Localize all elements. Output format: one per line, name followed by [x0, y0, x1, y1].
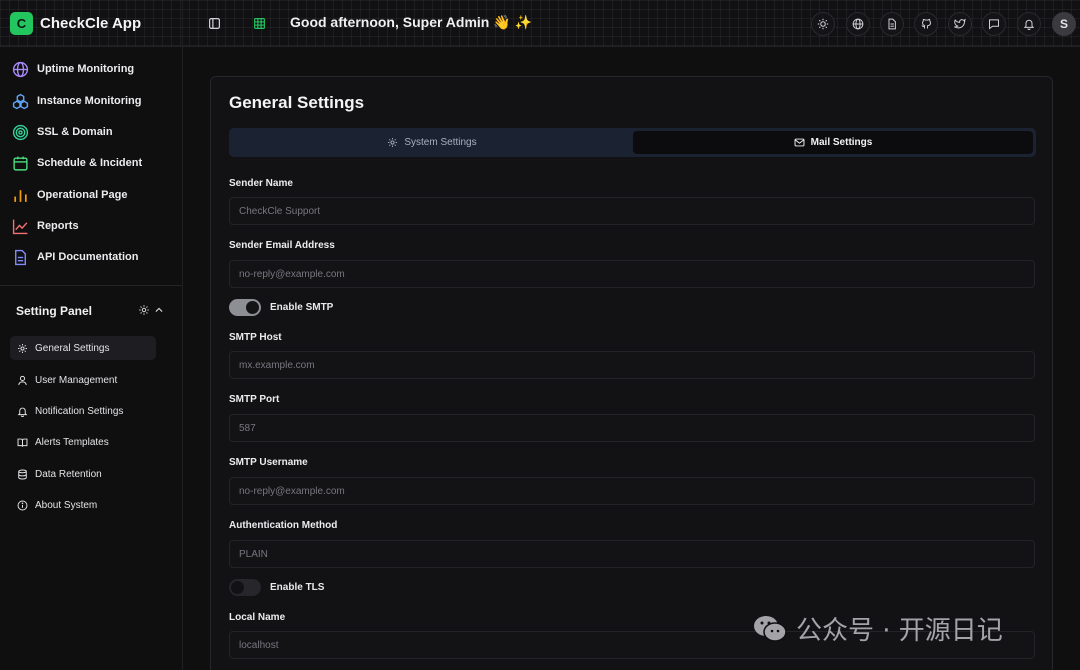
auth-method-select[interactable]: [229, 540, 1035, 568]
sender-name-input[interactable]: [229, 197, 1035, 225]
sidebar-item-label: Reports: [37, 220, 79, 232]
twitter-button[interactable]: [948, 12, 972, 36]
sidebar-item-instance-monitoring[interactable]: Instance Monitoring: [12, 90, 142, 112]
watermark-text: 公众号 · 开源日记: [796, 616, 1003, 646]
enable-tls-label: Enable TLS: [270, 582, 325, 593]
document-icon: [888, 18, 896, 30]
smtp-host-label: SMTP Host: [229, 332, 282, 343]
user-icon: [18, 375, 27, 385]
sidebar-item-label: Schedule & Incident: [37, 157, 143, 169]
settings-item-data-retention[interactable]: Data Retention: [10, 462, 156, 486]
smtp-port-label: SMTP Port: [229, 394, 280, 405]
settings-tabs: System Settings Mail Settings: [229, 128, 1036, 157]
smtp-username-input[interactable]: [229, 477, 1035, 505]
sender-name-label: Sender Name: [229, 178, 293, 189]
settings-item-notification[interactable]: Notification Settings: [10, 399, 156, 423]
app-name: CheckCle App: [40, 14, 142, 32]
settings-item-alerts-templates[interactable]: Alerts Templates: [10, 430, 156, 454]
settings-item-about-system[interactable]: About System: [10, 493, 156, 517]
watermark: 公众号 · 开源日记: [752, 610, 1003, 647]
app-logo: C: [10, 11, 33, 35]
auth-method-label: Authentication Method: [229, 520, 338, 531]
settings-item-label: Data Retention: [35, 468, 102, 480]
language-button[interactable]: [846, 12, 870, 36]
enable-smtp-toggle[interactable]: [229, 299, 261, 316]
file-icon: [15, 249, 26, 265]
sidebar-separator: [0, 285, 182, 286]
github-icon: [921, 18, 931, 29]
sidebar-item-label: SSL & Domain: [37, 126, 113, 138]
target-icon: [12, 124, 29, 140]
page-title: General Settings: [229, 93, 365, 112]
sender-email-input[interactable]: [229, 260, 1035, 288]
chevron-up-icon: [155, 307, 163, 312]
database-icon: [18, 469, 27, 479]
sidebar-item-reports[interactable]: Reports: [12, 215, 79, 237]
notifications-button[interactable]: [1017, 12, 1041, 36]
tab-system-settings[interactable]: System Settings: [232, 131, 632, 154]
cluster-icon: [12, 93, 29, 109]
greeting-text: Good afternoon, Super Admin 👋 ✨: [290, 14, 533, 30]
smtp-username-label: SMTP Username: [229, 457, 308, 468]
sidebar-toggle-icon[interactable]: [205, 14, 223, 32]
smtp-host-input[interactable]: [229, 351, 1035, 379]
sidebar-item-label: Operational Page: [37, 189, 128, 201]
docs-button[interactable]: [880, 12, 904, 36]
twitter-icon: [954, 18, 966, 29]
tab-mail-settings[interactable]: Mail Settings: [633, 131, 1033, 154]
settings-item-label: About System: [35, 499, 98, 511]
sidebar-item-schedule-incident[interactable]: Schedule & Incident: [12, 152, 142, 174]
smtp-port-input[interactable]: [229, 414, 1035, 442]
sun-icon: [817, 18, 829, 30]
sidebar-item-label: API Documentation: [37, 251, 139, 263]
tab-label: Mail Settings: [810, 137, 873, 148]
enable-tls-row: Enable TLS: [229, 579, 324, 596]
grid-icon[interactable]: [250, 14, 268, 32]
settings-item-general[interactable]: General Settings: [10, 336, 156, 360]
tab-label: System Settings: [404, 137, 477, 148]
info-icon: [17, 500, 28, 510]
sidebar-item-api-documentation[interactable]: API Documentation: [12, 246, 138, 268]
bell-icon: [1023, 19, 1035, 30]
gear-icon: [388, 138, 398, 147]
feedback-button[interactable]: [982, 12, 1006, 36]
bell-icon: [17, 407, 28, 417]
mail-icon: [794, 138, 805, 147]
enable-tls-toggle[interactable]: [229, 579, 261, 596]
settings-item-label: User Management: [35, 374, 118, 386]
book-icon: [17, 438, 28, 447]
theme-toggle-button[interactable]: [811, 12, 835, 36]
settings-card: General Settings System Settings Mail Se…: [210, 76, 1053, 670]
globe-icon: [852, 18, 864, 30]
setting-panel-title: Setting Panel: [16, 304, 93, 318]
brand[interactable]: C CheckCle App: [10, 11, 141, 35]
gear-icon: [139, 305, 149, 315]
sidebar: Uptime Monitoring Instance Monitoring SS…: [0, 47, 182, 670]
setting-panel-toggle[interactable]: [138, 304, 164, 316]
wechat-icon: [754, 615, 787, 642]
sender-email-label: Sender Email Address: [229, 240, 335, 251]
settings-item-label: Alerts Templates: [35, 436, 109, 448]
settings-item-label: Notification Settings: [35, 405, 124, 417]
enable-smtp-label: Enable SMTP: [270, 302, 334, 313]
sidebar-item-uptime-monitoring[interactable]: Uptime Monitoring: [12, 58, 134, 80]
settings-item-user-management[interactable]: User Management: [10, 368, 156, 392]
line-chart-icon: [12, 219, 28, 234]
enable-smtp-row: Enable SMTP: [229, 299, 333, 316]
gear-icon: [18, 343, 27, 353]
globe-icon: [12, 61, 29, 77]
chat-icon: [989, 19, 999, 30]
settings-item-label: General Settings: [35, 342, 110, 354]
sidebar-divider: [182, 0, 183, 670]
bar-chart-icon: [14, 189, 27, 202]
sidebar-item-label: Uptime Monitoring: [37, 63, 135, 75]
sidebar-item-label: Instance Monitoring: [37, 95, 142, 107]
sidebar-item-ssl-domain[interactable]: SSL & Domain: [12, 121, 113, 143]
avatar[interactable]: S: [1052, 12, 1076, 36]
github-button[interactable]: [914, 12, 938, 36]
local-name-label: Local Name: [229, 612, 286, 623]
sidebar-item-operational-page[interactable]: Operational Page: [12, 184, 127, 206]
calendar-icon: [13, 156, 28, 171]
